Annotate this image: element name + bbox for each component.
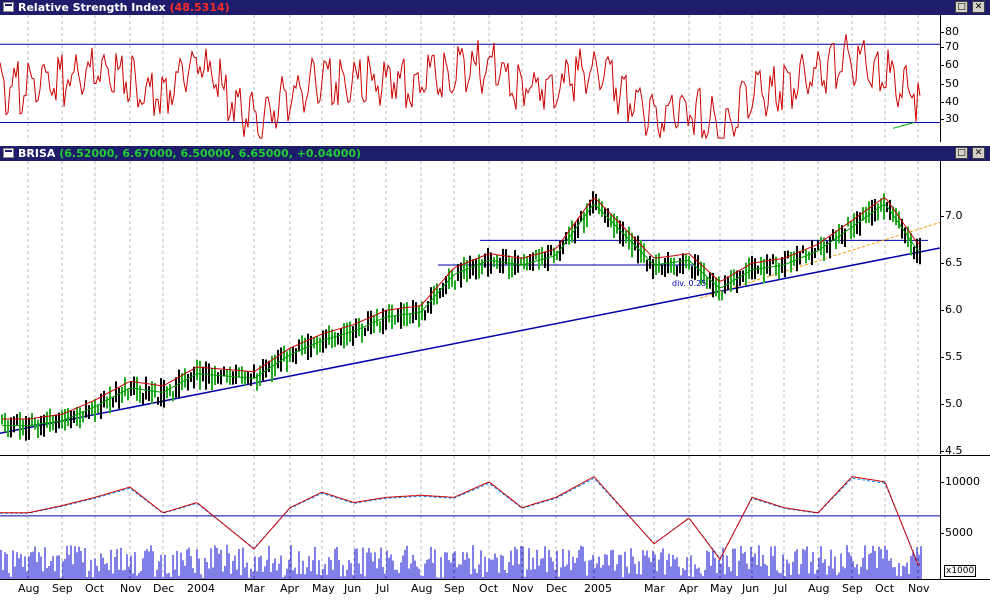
x-tick-label: Apr (679, 582, 699, 595)
x-tick-label: Jul (774, 582, 788, 595)
price-tick-5-0: 5.0 (940, 397, 963, 410)
panel-icon (3, 2, 14, 12)
rsi-chart-svg (0, 15, 940, 142)
x-tick-label: Mar (244, 582, 265, 595)
close-button[interactable]: ✕ (972, 1, 985, 13)
x-tick-label: Nov (120, 582, 142, 595)
x-tick-label: Jul (376, 582, 390, 595)
close-button[interactable]: ✕ (972, 147, 985, 159)
price-tick-6-5: 6.5 (940, 256, 963, 269)
price-panel: BRISA (6.52000, 6.67000, 6.50000, 6.6500… (0, 146, 990, 457)
rsi-panel: Relative Strength Index (48.5314) □ ✕ 80… (0, 0, 990, 142)
x-tick-label: Jun (742, 582, 760, 595)
rsi-tick-30: 30 (940, 112, 959, 125)
volume-y-axis: 10000 5000 x1000 (940, 456, 990, 580)
vol-tick-5000: 5000 (940, 526, 973, 539)
x-tick-label: Aug (411, 582, 433, 595)
price-y-axis: 7.0 6.5 6.0 5.5 5.0 4.5 (940, 161, 990, 457)
x-tick-label: May (312, 582, 335, 595)
x-tick-label: Oct (85, 582, 105, 595)
x-tick-label: Oct (875, 582, 895, 595)
price-title-text: BRISA (18, 147, 56, 160)
volume-plot (0, 456, 941, 580)
price-titlebar[interactable]: BRISA (6.52000, 6.67000, 6.50000, 6.6500… (0, 146, 990, 161)
rsi-title-text: Relative Strength Index (18, 1, 166, 14)
x-tick-label: 2004 (187, 582, 215, 595)
dividend-annotation: div. 0.25 (672, 279, 706, 288)
volume-ma-slow (0, 477, 920, 564)
x-tick-label: 2005 (584, 582, 612, 595)
price-title: BRISA (6.52000, 6.67000, 6.50000, 6.6500… (18, 147, 361, 160)
rsi-title: Relative Strength Index (48.5314) (18, 1, 230, 14)
volume-chart-svg (0, 456, 940, 580)
panel-icon (3, 148, 14, 158)
x-tick-label: Aug (808, 582, 830, 595)
rsi-tick-60: 60 (940, 58, 959, 71)
volume-ma-fast (0, 476, 920, 565)
volume-multiplier: x1000 (944, 565, 977, 577)
x-tick-label: Nov (908, 582, 930, 595)
price-chart-svg: div. 0.25 (0, 161, 940, 454)
price-tick-7-0: 7.0 (940, 209, 963, 222)
x-tick-label: Dec (546, 582, 568, 595)
minimize-button[interactable]: □ (955, 1, 968, 13)
x-tick-label: Apr (280, 582, 300, 595)
rsi-divergence-line (892, 121, 915, 129)
x-tick-label: Sep (444, 582, 465, 595)
price-values: (6.52000, 6.67000, 6.50000, 6.65000, +0.… (59, 147, 362, 160)
x-tick-label: Aug (18, 582, 40, 595)
x-axis: Aug Sep Oct Nov Dec 2004 Mar Apr May Jun Jul Aug Sep… (0, 579, 990, 600)
x-tick-label: Dec (153, 582, 175, 595)
minimize-button[interactable]: □ (955, 147, 968, 159)
price-tick-5-5: 5.5 (940, 350, 963, 363)
x-tick-label: Mar (644, 582, 665, 595)
rsi-titlebar[interactable]: Relative Strength Index (48.5314) □ ✕ (0, 0, 990, 15)
rsi-tick-50: 50 (940, 77, 959, 90)
rsi-value: (48.5314) (169, 1, 230, 14)
rsi-y-axis: 80 70 60 50 40 30 (940, 15, 990, 142)
rsi-plot (0, 15, 941, 142)
rsi-tick-80: 80 (940, 25, 959, 38)
x-tick-label: Sep (842, 582, 863, 595)
vol-tick-10000: 10000 (940, 475, 980, 488)
x-tick-label: May (710, 582, 733, 595)
x-tick-label: Oct (479, 582, 499, 595)
x-tick-label: Jun (344, 582, 362, 595)
volume-panel: 10000 5000 x1000 (0, 455, 990, 580)
rsi-tick-40: 40 (940, 95, 959, 108)
x-tick-label: Nov (512, 582, 534, 595)
price-tick-6-0: 6.0 (940, 303, 963, 316)
rsi-tick-70: 70 (940, 40, 959, 53)
price-plot: div. 0.25 (0, 161, 941, 454)
x-tick-label: Sep (52, 582, 73, 595)
